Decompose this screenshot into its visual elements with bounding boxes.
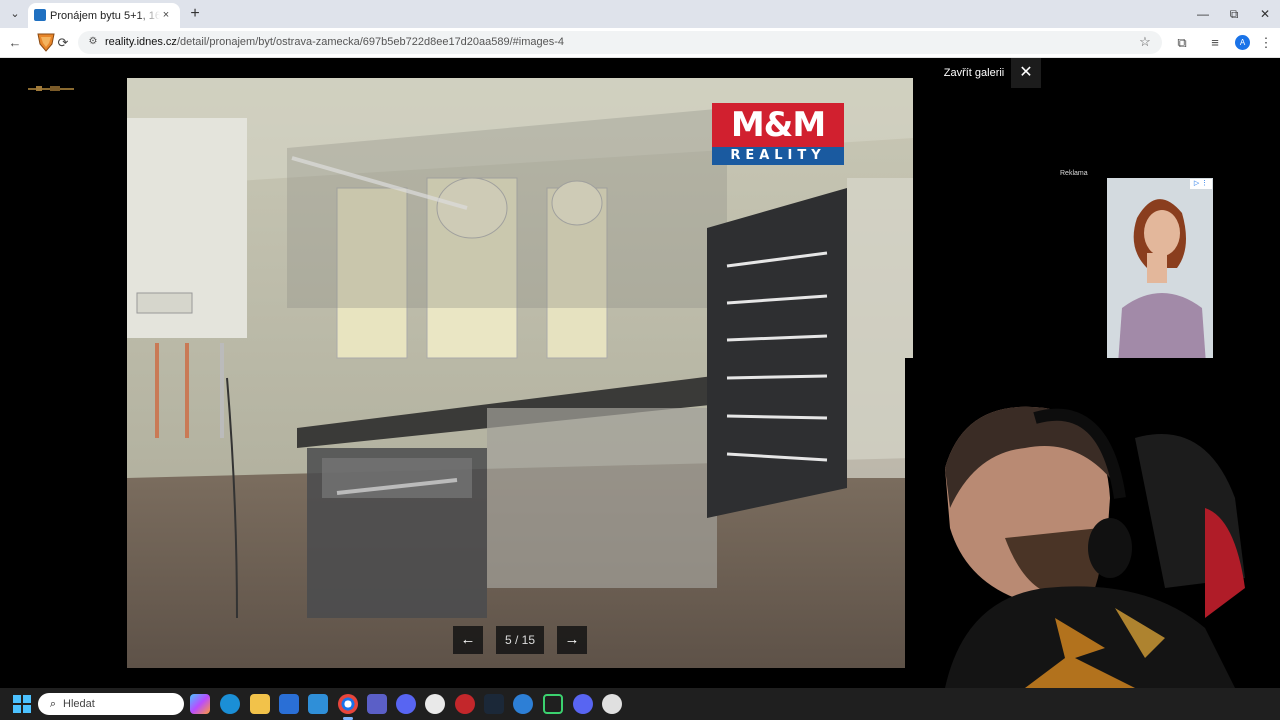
mail-icon[interactable] bbox=[308, 694, 328, 714]
windows-start-icon[interactable] bbox=[13, 695, 31, 713]
media-app-icon[interactable] bbox=[455, 694, 475, 714]
restore-button[interactable]: ⧉ bbox=[1219, 4, 1249, 24]
tab-strip: ⌄ Pronájem bytu 5+1, 166 m2, Ostrava × +… bbox=[0, 0, 1280, 28]
taskbar: ⌕ Hledat bbox=[0, 688, 1280, 720]
gallery-photo[interactable]: M&M REALITY bbox=[127, 78, 913, 668]
edge-icon[interactable] bbox=[220, 694, 240, 714]
discord-icon[interactable] bbox=[573, 694, 593, 714]
bookmark-star-icon[interactable]: ☆ bbox=[1136, 33, 1154, 51]
favicon-icon bbox=[34, 9, 46, 21]
tab-close-icon[interactable]: × bbox=[158, 7, 174, 23]
advertisement-banner[interactable] bbox=[1107, 178, 1213, 378]
copilot-icon[interactable] bbox=[190, 694, 210, 714]
browser-tab[interactable]: Pronájem bytu 5+1, 166 m2, Ostrava × bbox=[28, 3, 180, 28]
webcam-overlay bbox=[905, 358, 1280, 688]
obs-icon[interactable] bbox=[602, 694, 622, 714]
search-placeholder: Hledat bbox=[63, 698, 95, 710]
screen: ⌄ Pronájem bytu 5+1, 166 m2, Ostrava × +… bbox=[0, 0, 1280, 720]
search-icon: ⌕ bbox=[49, 698, 57, 710]
previous-image-button[interactable]: ← bbox=[453, 626, 483, 654]
url-text[interactable]: reality.idnes.cz/detail/pronajem/byt/ost… bbox=[105, 34, 564, 51]
kitchen-photo-image bbox=[127, 78, 913, 668]
chrome-icon[interactable] bbox=[338, 694, 358, 714]
menu-dots-icon[interactable]: ⋮ bbox=[1256, 33, 1276, 53]
browser-app-icon[interactable] bbox=[513, 694, 533, 714]
window-close-button[interactable]: ✕ bbox=[1250, 4, 1280, 24]
profile-avatar[interactable]: A bbox=[1235, 35, 1250, 50]
new-tab-button[interactable]: + bbox=[186, 5, 204, 23]
ad-woman-image bbox=[1107, 178, 1213, 378]
ad-choices-icon[interactable]: ▷ ⋮ bbox=[1190, 179, 1212, 189]
tab-search-icon[interactable]: ⌄ bbox=[6, 5, 24, 23]
extensions-puzzle-icon[interactable]: ⧉ bbox=[1172, 33, 1192, 53]
close-gallery-label[interactable]: Zavřít galerii bbox=[938, 58, 1010, 88]
close-gallery-icon[interactable]: ✕ bbox=[1011, 58, 1041, 88]
store-icon[interactable] bbox=[279, 694, 299, 714]
taskbar-search[interactable]: ⌕ Hledat bbox=[38, 693, 184, 715]
reload-icon[interactable]: ⟳ bbox=[53, 33, 73, 53]
site-logo[interactable] bbox=[28, 80, 74, 91]
tab-title: Pronájem bytu 5+1, 166 m2, Ostrava bbox=[50, 10, 160, 22]
minimize-button[interactable]: — bbox=[1188, 4, 1218, 24]
media-controls-icon[interactable]: ≡ bbox=[1205, 33, 1225, 53]
agency-logo: M&M REALITY bbox=[712, 103, 844, 165]
next-image-button[interactable]: → bbox=[557, 626, 587, 654]
ad-label: Reklama bbox=[1060, 170, 1088, 177]
steam-icon[interactable] bbox=[484, 694, 504, 714]
image-counter: 5 / 15 bbox=[496, 626, 544, 654]
agency-logo-bottom: REALITY bbox=[712, 147, 844, 165]
gallery-page: M&M REALITY ← 5 / 15 → Zavřít galerii ✕ … bbox=[0, 58, 1280, 688]
file-explorer-icon[interactable] bbox=[250, 694, 270, 714]
player-app-icon[interactable] bbox=[543, 694, 563, 714]
back-arrow-icon[interactable]: ← bbox=[5, 33, 25, 53]
discord-app-icon[interactable] bbox=[396, 694, 416, 714]
site-info-icon[interactable]: ⚙ bbox=[86, 35, 100, 49]
address-bar[interactable]: ⚙ reality.idnes.cz/detail/pronajem/byt/o… bbox=[78, 31, 1162, 54]
streamer-webcam-image bbox=[905, 358, 1280, 688]
teams-icon[interactable] bbox=[367, 694, 387, 714]
wordpress-icon[interactable] bbox=[425, 694, 445, 714]
browser-toolbar: ← ⟳ ⚙ reality.idnes.cz/detail/pronajem/b… bbox=[0, 28, 1280, 58]
agency-logo-top: M&M bbox=[712, 103, 844, 147]
